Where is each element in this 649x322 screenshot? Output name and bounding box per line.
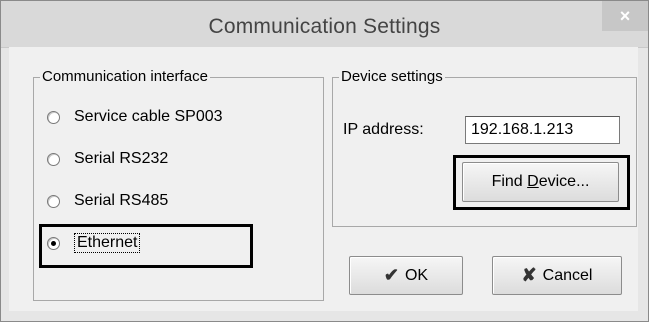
device-settings-label: Device settings	[339, 67, 445, 87]
radio-label-serial-rs485: Serial RS485	[74, 192, 169, 209]
radio-serial-rs485[interactable]: Serial RS485	[47, 189, 168, 213]
radio-service-cable[interactable]: Service cable SP003	[47, 105, 223, 129]
ip-address-label: IP address:	[343, 121, 424, 138]
ip-address-input[interactable]	[465, 116, 620, 144]
ok-label: OK	[404, 266, 429, 284]
device-settings-group: Device settings	[332, 67, 637, 227]
cancel-label: Cancel	[542, 266, 593, 284]
radio-ethernet[interactable]: Ethernet	[47, 231, 141, 255]
close-icon: ×	[619, 5, 631, 26]
find-device-mnemonic: D	[527, 173, 539, 190]
close-button[interactable]: ×	[602, 1, 648, 31]
radio-label-service-cable: Service cable SP003	[74, 108, 223, 125]
radio-button-checked-icon[interactable]	[47, 236, 60, 250]
cancel-x-icon: ✘	[521, 265, 537, 285]
communication-interface-label: Communication interface	[40, 67, 210, 87]
find-device-text-start: Find	[491, 173, 528, 190]
radio-button-icon[interactable]	[47, 152, 60, 166]
title-bar[interactable]: Communication Settings ×	[1, 1, 648, 48]
find-device-button[interactable]: Find Device...	[462, 162, 619, 202]
find-device-text-end: evice...	[538, 173, 590, 190]
radio-button-icon[interactable]	[47, 194, 60, 208]
radio-serial-rs232[interactable]: Serial RS232	[47, 147, 168, 171]
radio-label-ethernet: Ethernet	[74, 233, 141, 253]
dialog-title: Communication Settings	[208, 15, 441, 38]
radio-label-serial-rs232: Serial RS232	[74, 150, 169, 167]
checkmark-icon: ✔	[383, 265, 399, 285]
cancel-button[interactable]: ✘ Cancel	[492, 256, 622, 295]
radio-button-icon[interactable]	[47, 110, 60, 124]
ok-button[interactable]: ✔ OK	[349, 256, 463, 295]
